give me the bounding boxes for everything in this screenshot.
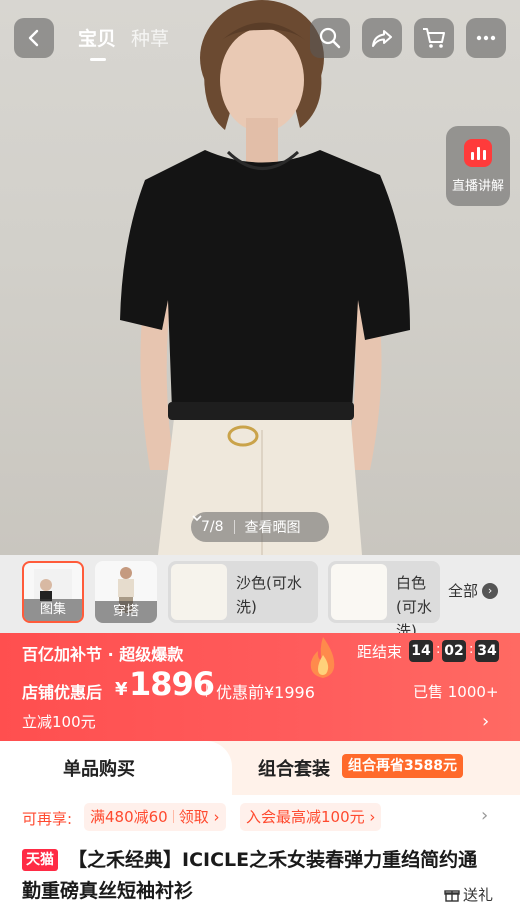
countdown-hours: 14 — [409, 640, 433, 662]
instant-discount: 立减100元 — [22, 713, 96, 731]
tab-baobei[interactable]: 宝贝 — [78, 24, 116, 51]
bundle-savings-badge: 组合再省3588元 — [342, 754, 463, 778]
countdown-label: 距结束 — [357, 643, 403, 661]
image-counter: 7/8 — [201, 519, 224, 535]
chevron-right-icon[interactable]: › — [481, 805, 488, 826]
tab-zhongcao[interactable]: 种草 — [131, 24, 169, 51]
countdown-colon: : — [436, 642, 441, 657]
chevron-right-icon: › — [482, 582, 499, 599]
model-photo — [120, 0, 410, 555]
active-tab-indicator — [90, 58, 106, 61]
coupon-chip-spend[interactable]: 满480减60 领取 › — [84, 803, 226, 831]
cart-icon — [423, 28, 445, 48]
countdown-minutes: 02 — [442, 640, 466, 662]
claim-coupon-link[interactable]: 领取 — [179, 808, 209, 826]
thumbnail-caption: 图集 — [24, 599, 82, 621]
coupon-text: 入会最高减100元 — [246, 808, 365, 826]
product-image[interactable]: 宝贝 种草 直播讲解 7/8 查看晒图 — [0, 0, 520, 555]
coupon-label: 可再享: — [22, 810, 73, 828]
gift-button[interactable]: 送礼 — [444, 884, 493, 905]
coupon-row[interactable]: 可再享: 满480减60 领取 › 入会最高减100元 › › — [0, 795, 520, 841]
search-icon — [319, 27, 341, 49]
tab-single-label: 单品购买 — [63, 759, 135, 780]
gift-icon — [444, 889, 460, 902]
thumbnail-caption: 穿搭 — [95, 601, 157, 623]
live-bars-icon — [464, 138, 492, 167]
more-button[interactable] — [466, 18, 506, 58]
chevron-down-icon — [192, 515, 202, 522]
color-option-sand[interactable]: 沙色(可水洗) — [168, 561, 318, 623]
view-all-label: 全部 — [448, 582, 479, 600]
tab-single-purchase[interactable]: 单品购买 — [0, 741, 232, 795]
color-swatch — [171, 564, 227, 620]
countdown-seconds: 34 — [475, 640, 499, 662]
search-button[interactable] — [310, 18, 350, 58]
tmall-badge: 天猫 — [22, 849, 58, 871]
purchase-tabs: 单品购买 组合套装 组合再省3588元 — [0, 741, 520, 795]
price-label: 店铺优惠后 — [22, 683, 103, 702]
countdown-colon: : — [469, 642, 474, 657]
chevron-right-icon: › — [482, 711, 490, 732]
share-icon — [372, 30, 392, 47]
flame-icon — [310, 637, 335, 678]
back-icon — [28, 29, 39, 47]
view-photos-link[interactable]: 查看晒图 — [245, 517, 301, 537]
top-bar: 宝贝 种草 — [0, 14, 520, 61]
more-icon — [476, 35, 496, 41]
divider — [233, 520, 235, 534]
thumbnail-gallery[interactable]: 图集 — [22, 561, 84, 623]
divider — [206, 681, 207, 697]
live-explain-button[interactable]: 直播讲解 — [446, 126, 510, 206]
cart-button[interactable] — [414, 18, 454, 58]
promo-banner[interactable]: 百亿加补节 · 超级爆款 距结束 14 : 02 : 34 店铺优惠后 ¥ 18… — [0, 633, 520, 741]
color-swatch — [331, 564, 387, 620]
currency-symbol: ¥ — [115, 679, 128, 700]
original-price: 优惠前¥1996 — [216, 683, 315, 702]
gift-label: 送礼 — [463, 886, 494, 904]
product-title-area: 【之禾经典】ICICLE之禾女装春弹力重绉简约通勤重磅真丝短袖衬衫 天猫 送礼 — [0, 841, 520, 915]
discount-price: 1896 — [129, 665, 215, 703]
share-button[interactable] — [362, 18, 402, 58]
product-title: 【之禾经典】ICICLE之禾女装春弹力重绉简约通勤重磅真丝短袖衬衫 — [22, 849, 478, 902]
divider — [172, 810, 174, 823]
sold-count: 已售 1000+ — [413, 683, 499, 701]
coupon-chip-member[interactable]: 入会最高减100元 › — [240, 803, 382, 831]
gallery-counter[interactable]: 7/8 查看晒图 — [191, 512, 329, 542]
color-option-white[interactable]: 白色(可水洗) — [328, 561, 440, 640]
live-explain-label: 直播讲解 — [451, 178, 504, 194]
view-all-button[interactable]: 全部 › — [448, 580, 499, 601]
coupon-text: 满480减60 — [90, 808, 168, 826]
thumbnail-strip: 图集 穿搭 沙色(可水洗) 白色(可水洗) — [0, 555, 520, 640]
back-button[interactable] — [14, 18, 54, 58]
promo-title: 百亿加补节 · 超级爆款 — [22, 645, 184, 664]
color-label: 沙色(可水洗) — [236, 574, 302, 616]
tab-bundle[interactable]: 组合套装 — [258, 755, 330, 781]
thumbnail-outfit[interactable]: 穿搭 — [95, 561, 157, 623]
